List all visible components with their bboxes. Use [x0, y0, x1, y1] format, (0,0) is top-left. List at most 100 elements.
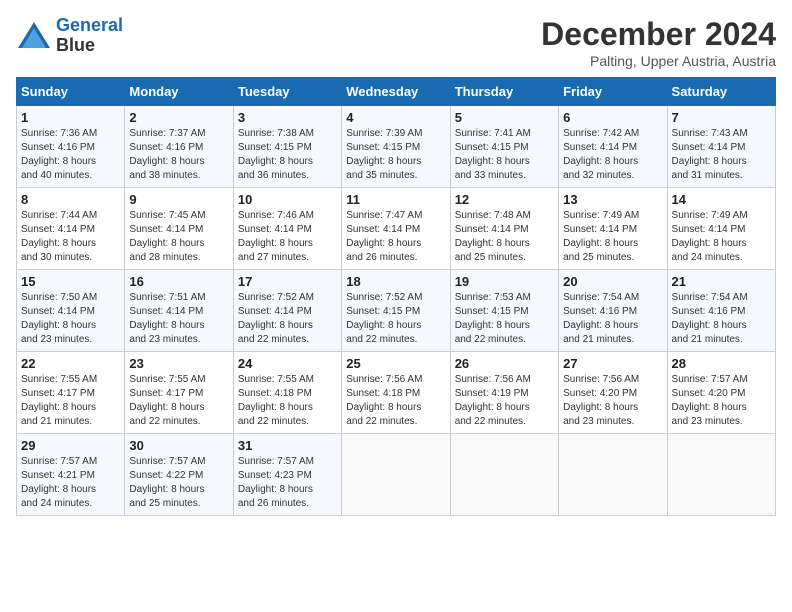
day-info: Sunrise: 7:47 AMSunset: 4:14 PMDaylight:… [346, 209, 445, 265]
day-info: Sunrise: 7:50 AMSunset: 4:14 PMDaylight:… [21, 291, 120, 347]
day-number: 21 [672, 274, 771, 289]
calendar-cell: 7 Sunrise: 7:43 AMSunset: 4:14 PMDayligh… [667, 106, 775, 188]
calendar-cell: 9 Sunrise: 7:45 AMSunset: 4:14 PMDayligh… [125, 188, 233, 270]
day-info: Sunrise: 7:51 AMSunset: 4:14 PMDaylight:… [129, 291, 228, 347]
day-info: Sunrise: 7:44 AMSunset: 4:14 PMDaylight:… [21, 209, 120, 265]
col-friday: Friday [559, 78, 667, 106]
day-number: 5 [455, 110, 554, 125]
col-tuesday: Tuesday [233, 78, 341, 106]
day-info: Sunrise: 7:49 AMSunset: 4:14 PMDaylight:… [672, 209, 771, 265]
logo: General Blue [16, 16, 123, 56]
calendar-cell: 5 Sunrise: 7:41 AMSunset: 4:15 PMDayligh… [450, 106, 558, 188]
day-info: Sunrise: 7:55 AMSunset: 4:17 PMDaylight:… [21, 373, 120, 429]
day-info: Sunrise: 7:55 AMSunset: 4:18 PMDaylight:… [238, 373, 337, 429]
day-info: Sunrise: 7:45 AMSunset: 4:14 PMDaylight:… [129, 209, 228, 265]
calendar-cell [342, 434, 450, 516]
calendar-week-5: 29 Sunrise: 7:57 AMSunset: 4:21 PMDaylig… [17, 434, 776, 516]
logo-icon [16, 20, 52, 52]
day-number: 16 [129, 274, 228, 289]
logo-line1: General [56, 15, 123, 35]
day-number: 9 [129, 192, 228, 207]
day-number: 31 [238, 438, 337, 453]
calendar-cell: 28 Sunrise: 7:57 AMSunset: 4:20 PMDaylig… [667, 352, 775, 434]
calendar-cell: 10 Sunrise: 7:46 AMSunset: 4:14 PMDaylig… [233, 188, 341, 270]
col-wednesday: Wednesday [342, 78, 450, 106]
calendar-cell: 3 Sunrise: 7:38 AMSunset: 4:15 PMDayligh… [233, 106, 341, 188]
header-row: Sunday Monday Tuesday Wednesday Thursday… [17, 78, 776, 106]
day-number: 8 [21, 192, 120, 207]
calendar-cell: 24 Sunrise: 7:55 AMSunset: 4:18 PMDaylig… [233, 352, 341, 434]
day-number: 30 [129, 438, 228, 453]
logo-line2: Blue [56, 36, 123, 56]
day-number: 2 [129, 110, 228, 125]
calendar-cell: 18 Sunrise: 7:52 AMSunset: 4:15 PMDaylig… [342, 270, 450, 352]
day-info: Sunrise: 7:56 AMSunset: 4:20 PMDaylight:… [563, 373, 662, 429]
day-info: Sunrise: 7:57 AMSunset: 4:21 PMDaylight:… [21, 455, 120, 511]
day-number: 18 [346, 274, 445, 289]
calendar-body: 1 Sunrise: 7:36 AMSunset: 4:16 PMDayligh… [17, 106, 776, 516]
day-info: Sunrise: 7:38 AMSunset: 4:15 PMDaylight:… [238, 127, 337, 183]
calendar-cell: 1 Sunrise: 7:36 AMSunset: 4:16 PMDayligh… [17, 106, 125, 188]
calendar-cell: 6 Sunrise: 7:42 AMSunset: 4:14 PMDayligh… [559, 106, 667, 188]
day-number: 14 [672, 192, 771, 207]
calendar-cell: 16 Sunrise: 7:51 AMSunset: 4:14 PMDaylig… [125, 270, 233, 352]
day-info: Sunrise: 7:46 AMSunset: 4:14 PMDaylight:… [238, 209, 337, 265]
calendar-cell [450, 434, 558, 516]
day-info: Sunrise: 7:57 AMSunset: 4:20 PMDaylight:… [672, 373, 771, 429]
day-number: 13 [563, 192, 662, 207]
calendar-cell [559, 434, 667, 516]
col-monday: Monday [125, 78, 233, 106]
calendar-cell: 4 Sunrise: 7:39 AMSunset: 4:15 PMDayligh… [342, 106, 450, 188]
day-number: 26 [455, 356, 554, 371]
month-title: December 2024 [541, 16, 776, 53]
day-number: 1 [21, 110, 120, 125]
day-number: 10 [238, 192, 337, 207]
logo-text: General Blue [56, 16, 123, 56]
calendar-cell: 29 Sunrise: 7:57 AMSunset: 4:21 PMDaylig… [17, 434, 125, 516]
day-number: 29 [21, 438, 120, 453]
calendar-cell: 11 Sunrise: 7:47 AMSunset: 4:14 PMDaylig… [342, 188, 450, 270]
day-number: 12 [455, 192, 554, 207]
day-number: 22 [21, 356, 120, 371]
day-info: Sunrise: 7:43 AMSunset: 4:14 PMDaylight:… [672, 127, 771, 183]
calendar-cell: 21 Sunrise: 7:54 AMSunset: 4:16 PMDaylig… [667, 270, 775, 352]
day-info: Sunrise: 7:42 AMSunset: 4:14 PMDaylight:… [563, 127, 662, 183]
day-number: 23 [129, 356, 228, 371]
location-title: Palting, Upper Austria, Austria [541, 53, 776, 69]
day-info: Sunrise: 7:37 AMSunset: 4:16 PMDaylight:… [129, 127, 228, 183]
calendar-cell: 22 Sunrise: 7:55 AMSunset: 4:17 PMDaylig… [17, 352, 125, 434]
day-number: 4 [346, 110, 445, 125]
calendar-cell: 17 Sunrise: 7:52 AMSunset: 4:14 PMDaylig… [233, 270, 341, 352]
calendar-week-1: 1 Sunrise: 7:36 AMSunset: 4:16 PMDayligh… [17, 106, 776, 188]
day-info: Sunrise: 7:54 AMSunset: 4:16 PMDaylight:… [672, 291, 771, 347]
day-number: 6 [563, 110, 662, 125]
day-info: Sunrise: 7:57 AMSunset: 4:23 PMDaylight:… [238, 455, 337, 511]
day-number: 7 [672, 110, 771, 125]
calendar-cell: 30 Sunrise: 7:57 AMSunset: 4:22 PMDaylig… [125, 434, 233, 516]
calendar-header: Sunday Monday Tuesday Wednesday Thursday… [17, 78, 776, 106]
calendar-week-3: 15 Sunrise: 7:50 AMSunset: 4:14 PMDaylig… [17, 270, 776, 352]
day-number: 24 [238, 356, 337, 371]
day-info: Sunrise: 7:39 AMSunset: 4:15 PMDaylight:… [346, 127, 445, 183]
calendar-cell: 23 Sunrise: 7:55 AMSunset: 4:17 PMDaylig… [125, 352, 233, 434]
day-info: Sunrise: 7:53 AMSunset: 4:15 PMDaylight:… [455, 291, 554, 347]
day-info: Sunrise: 7:49 AMSunset: 4:14 PMDaylight:… [563, 209, 662, 265]
day-info: Sunrise: 7:54 AMSunset: 4:16 PMDaylight:… [563, 291, 662, 347]
day-number: 17 [238, 274, 337, 289]
day-number: 3 [238, 110, 337, 125]
calendar-cell: 15 Sunrise: 7:50 AMSunset: 4:14 PMDaylig… [17, 270, 125, 352]
calendar-week-2: 8 Sunrise: 7:44 AMSunset: 4:14 PMDayligh… [17, 188, 776, 270]
page-header: General Blue December 2024 Palting, Uppe… [16, 16, 776, 69]
day-info: Sunrise: 7:57 AMSunset: 4:22 PMDaylight:… [129, 455, 228, 511]
calendar-cell: 19 Sunrise: 7:53 AMSunset: 4:15 PMDaylig… [450, 270, 558, 352]
calendar-week-4: 22 Sunrise: 7:55 AMSunset: 4:17 PMDaylig… [17, 352, 776, 434]
calendar-cell: 14 Sunrise: 7:49 AMSunset: 4:14 PMDaylig… [667, 188, 775, 270]
day-number: 11 [346, 192, 445, 207]
calendar-cell: 2 Sunrise: 7:37 AMSunset: 4:16 PMDayligh… [125, 106, 233, 188]
day-number: 15 [21, 274, 120, 289]
calendar-cell: 31 Sunrise: 7:57 AMSunset: 4:23 PMDaylig… [233, 434, 341, 516]
day-number: 25 [346, 356, 445, 371]
col-thursday: Thursday [450, 78, 558, 106]
day-info: Sunrise: 7:41 AMSunset: 4:15 PMDaylight:… [455, 127, 554, 183]
day-info: Sunrise: 7:36 AMSunset: 4:16 PMDaylight:… [21, 127, 120, 183]
